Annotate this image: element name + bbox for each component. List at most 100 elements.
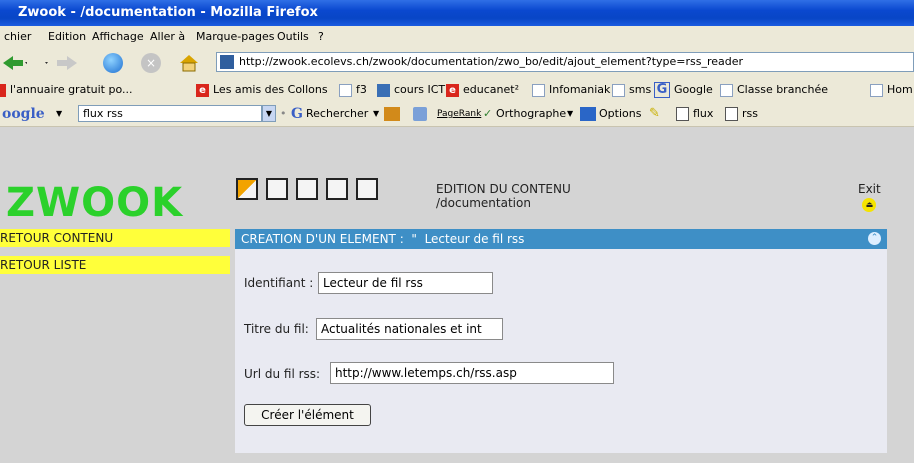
google-toolbar: oogle ▼ flux rss ▼ • G Rechercher ▼ Page… [0, 102, 914, 127]
window-title-bar: Zwook - /documentation - Mozilla Firefox [0, 0, 914, 26]
edit-icon[interactable] [236, 178, 258, 200]
bookmark-label: Google [674, 83, 713, 96]
news-icon[interactable] [384, 107, 400, 121]
edition-header: EDITION DU CONTENU /documentation [436, 182, 571, 210]
bookmark-label: Les amis des Collons [213, 83, 328, 96]
find-rss-button[interactable]: rss [742, 102, 758, 126]
forward-button[interactable] [38, 52, 84, 74]
options-button[interactable]: Options [599, 102, 641, 126]
collapse-icon[interactable]: ⌃ [868, 232, 881, 245]
stop-button[interactable]: × [138, 52, 164, 74]
sidebar-link-retour-contenu[interactable]: RETOUR CONTENU [0, 229, 230, 247]
chevron-down-icon[interactable]: ▼ [56, 102, 62, 126]
navigation-toolbar: × http://zwook.ecolevs.ch/zwook/document… [0, 48, 914, 78]
popup-blocker-icon[interactable] [413, 107, 427, 121]
menu-help[interactable]: ? [318, 26, 324, 48]
find-icon [676, 107, 689, 121]
highlighter-icon[interactable]: ✎ [649, 102, 660, 126]
zoom-icon[interactable] [356, 178, 378, 200]
reload-button[interactable] [100, 52, 126, 74]
list-icon[interactable] [296, 178, 318, 200]
chevron-down-icon[interactable]: ▼ [373, 102, 379, 126]
titre-label: Titre du fil: [244, 322, 309, 336]
spellcheck-icon: ✓ [483, 107, 493, 120]
page-icon [0, 83, 6, 97]
menu-edition[interactable]: Edition [48, 26, 86, 48]
bookmark-label: Infomaniak [549, 83, 611, 96]
menu-aller[interactable]: Aller à [150, 26, 185, 48]
menu-affichage[interactable]: Affichage [92, 26, 144, 48]
menu-file[interactable]: chier [4, 26, 31, 48]
zwook-logo: ZWOOK [6, 180, 184, 226]
edition-path: /documentation [436, 196, 531, 210]
bookmark-amis-collons[interactable]: e Les amis des Collons [196, 78, 328, 102]
blue-square-icon [377, 83, 390, 97]
bookmark-hom[interactable]: Hom [870, 78, 913, 102]
layout-icon[interactable] [266, 178, 288, 200]
address-text: http://zwook.ecolevs.ch/zwook/documentat… [239, 55, 744, 68]
eject-icon: ⏏ [862, 198, 877, 212]
bookmark-classe-branchee[interactable]: Classe branchée [720, 78, 828, 102]
bookmark-label: sms [629, 83, 652, 96]
bookmark-label: Classe branchée [737, 83, 828, 96]
bookmark-label: l'annuaire gratuit po... [10, 83, 133, 96]
chevron-down-icon[interactable]: ▼ [567, 102, 573, 126]
titre-input[interactable]: Actualités nationales et int [316, 318, 503, 340]
search-icon[interactable] [326, 178, 348, 200]
edition-title: EDITION DU CONTENU [436, 182, 571, 196]
bookmark-google[interactable]: G Google [654, 78, 713, 102]
menu-bar: chier Edition Affichage Aller à Marque-p… [0, 26, 914, 49]
google-g-icon: G [291, 106, 303, 122]
forward-arrow-icon [45, 56, 77, 70]
bookmark-label: f3 [356, 83, 367, 96]
home-button[interactable] [176, 52, 202, 74]
separator-icon: • [280, 107, 287, 120]
bookmark-cours-ict[interactable]: cours ICT [377, 78, 445, 102]
bookmark-label: educanet² [463, 83, 519, 96]
menu-outils[interactable]: Outils [277, 26, 309, 48]
site-favicon-icon [220, 55, 234, 69]
home-icon [180, 55, 198, 72]
stop-icon: × [141, 53, 161, 73]
window-title: Zwook - /documentation - Mozilla Firefox [18, 5, 318, 20]
menu-marque-pages[interactable]: Marque-pages [196, 26, 274, 48]
page-icon [870, 83, 883, 97]
back-button[interactable] [0, 52, 28, 74]
create-element-button[interactable]: Créer l'élément [244, 404, 371, 426]
red-e-icon: e [196, 83, 209, 97]
identifiant-label: Identifiant : [244, 276, 314, 290]
panel-title: CREATION D'UN ELEMENT : " Lecteur de fil… [241, 232, 525, 246]
bookmark-infomaniak[interactable]: Infomaniak [532, 78, 610, 102]
page-icon [612, 83, 625, 97]
bookmark-label: Hom [887, 83, 913, 96]
spellcheck-button[interactable]: Orthographe [496, 102, 566, 126]
sidebar-link-retour-liste[interactable]: RETOUR LISTE [0, 256, 230, 274]
panel-header: CREATION D'UN ELEMENT : " Lecteur de fil… [235, 229, 887, 249]
google-g-icon: G [654, 82, 670, 98]
back-arrow-icon [3, 56, 27, 70]
page-icon [339, 83, 352, 97]
exit-label: Exit [858, 182, 881, 196]
pagerank-label[interactable]: PageRank [437, 102, 481, 126]
bookmarks-toolbar: l'annuaire gratuit po... e Les amis des … [0, 78, 914, 103]
bookmark-f3[interactable]: f3 [339, 78, 367, 102]
bookmark-annuaire[interactable]: l'annuaire gratuit po... [0, 78, 132, 102]
identifiant-input[interactable]: Lecteur de fil rss [318, 272, 493, 294]
red-e-icon: e [446, 83, 459, 97]
bookmark-sms[interactable]: sms [612, 78, 651, 102]
bookmark-educanet[interactable]: e educanet² [446, 78, 519, 102]
exit-button[interactable]: Exit ⏏ [858, 182, 881, 212]
find-flux-button[interactable]: flux [693, 102, 713, 126]
address-bar[interactable]: http://zwook.ecolevs.ch/zwook/documentat… [216, 52, 914, 72]
google-search-button[interactable]: Rechercher [306, 102, 368, 126]
google-brand[interactable]: oogle [2, 102, 45, 126]
page-icon [720, 83, 733, 97]
reload-icon [103, 53, 123, 73]
google-search-input[interactable]: flux rss [78, 105, 262, 122]
url-label: Url du fil rss: [244, 367, 321, 381]
find-icon [725, 107, 738, 121]
chevron-down-icon[interactable]: ▼ [262, 105, 276, 122]
page-icon [532, 83, 545, 97]
url-input[interactable]: http://www.letemps.ch/rss.asp [330, 362, 614, 384]
bookmark-label: cours ICT [394, 83, 446, 96]
